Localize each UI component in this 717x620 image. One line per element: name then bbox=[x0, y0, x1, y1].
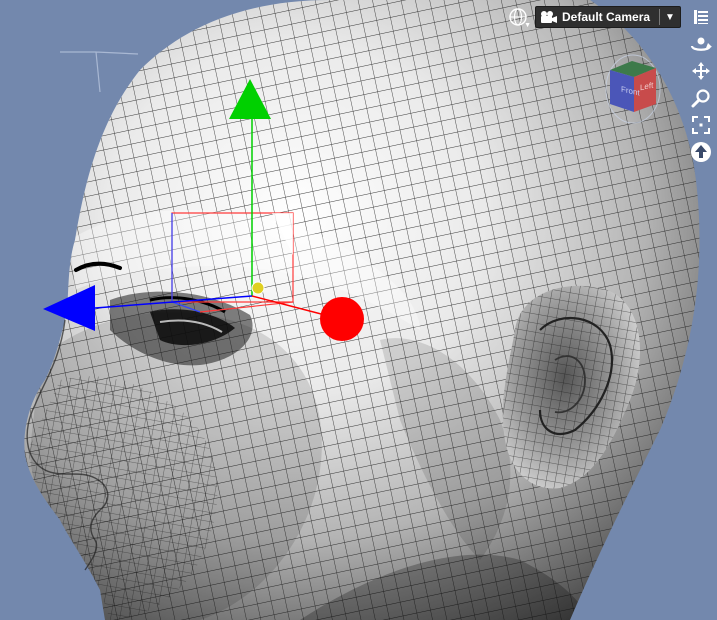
movie-camera-icon bbox=[538, 10, 560, 24]
zoom-icon[interactable] bbox=[689, 86, 713, 110]
camera-select[interactable]: Default Camera ▼ bbox=[535, 6, 681, 28]
pan-icon[interactable] bbox=[689, 59, 713, 83]
viewport-toolbar: ▼ Default Camera ▼ bbox=[505, 5, 681, 29]
perspective-dropdown-caret: ▼ bbox=[524, 22, 531, 29]
x-axis-handle bbox=[320, 297, 364, 341]
viewport-tools bbox=[689, 5, 713, 167]
navigation-cube[interactable]: Front Left bbox=[604, 52, 662, 126]
aim-icon[interactable] bbox=[689, 140, 713, 164]
perspective-button[interactable]: ▼ bbox=[505, 5, 531, 29]
frame-icon[interactable] bbox=[689, 113, 713, 137]
gizmo-center bbox=[251, 281, 265, 295]
chevron-down-icon[interactable]: ▼ bbox=[660, 12, 680, 23]
3d-viewport[interactable]: ▼ Default Camera ▼ Front Left bbox=[0, 0, 717, 620]
camera-label: Default Camera bbox=[562, 10, 651, 24]
floor-grid-line bbox=[60, 51, 139, 93]
orbit-icon[interactable] bbox=[689, 32, 713, 56]
view-menu-icon[interactable] bbox=[689, 5, 713, 29]
